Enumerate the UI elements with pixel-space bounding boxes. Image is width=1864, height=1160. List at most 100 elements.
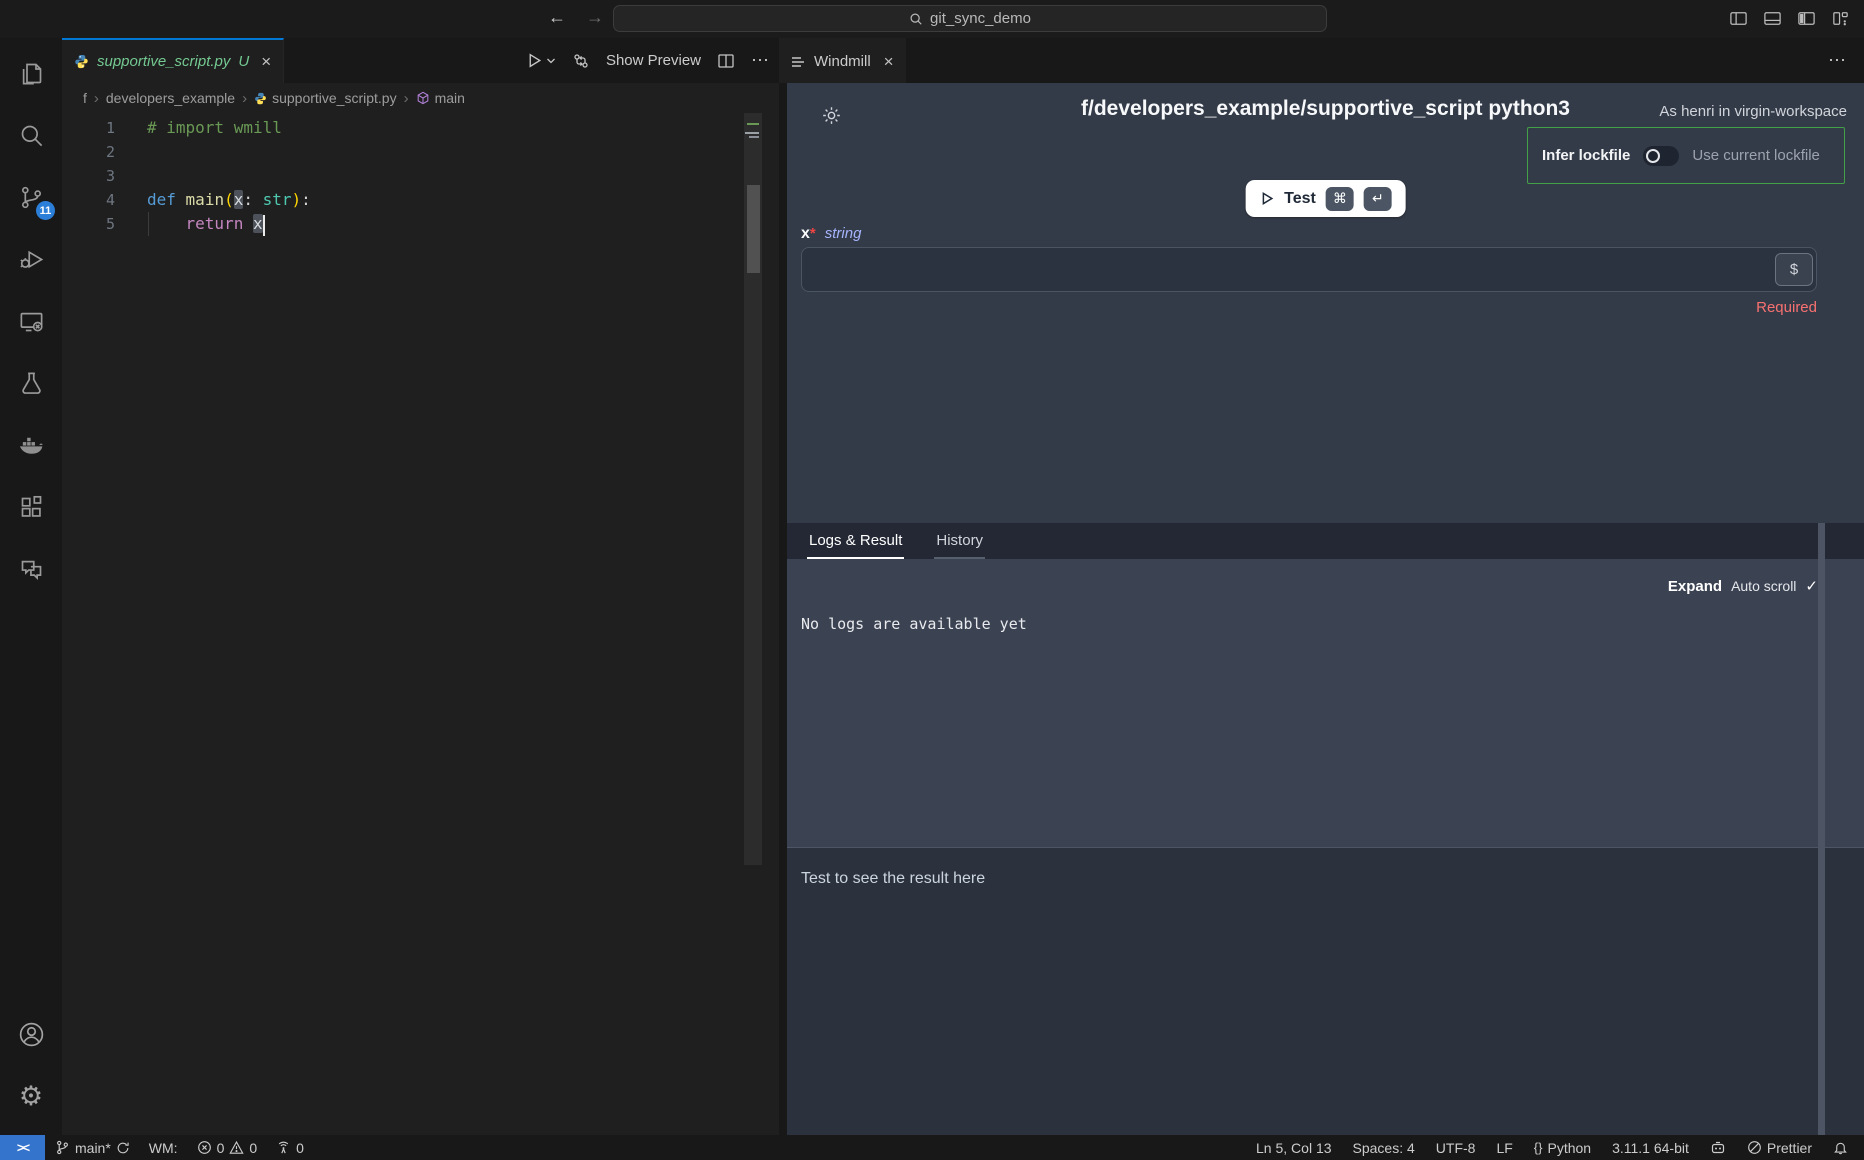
explorer-icon[interactable] xyxy=(7,48,55,98)
language-mode-item[interactable]: {} Python xyxy=(1534,1140,1591,1156)
code-editor[interactable]: 1# import wmill234def main(x: str):5 ret… xyxy=(62,113,779,1135)
tab-close-icon[interactable]: × xyxy=(261,52,271,72)
source-control-icon[interactable]: 11 xyxy=(7,172,55,222)
breadcrumb-symbol[interactable]: main xyxy=(416,90,465,106)
breadcrumb-file[interactable]: supportive_script.py xyxy=(254,90,397,106)
arg-name: x xyxy=(801,225,810,242)
notifications-bell-icon[interactable] xyxy=(1833,1140,1848,1155)
eol-item[interactable]: LF xyxy=(1496,1140,1512,1156)
code-line: 3 xyxy=(62,164,779,188)
tab-windmill[interactable]: Windmill × xyxy=(779,38,906,83)
logs-panel: Expand Auto scroll ✓ No logs are availab… xyxy=(787,559,1864,847)
line-number: 1 xyxy=(62,116,115,140)
lockfile-option-box: Infer lockfile Use current lockfile xyxy=(1527,127,1845,184)
status-right: Ln 5, Col 13 Spaces: 4 UTF-8 LF {} Pytho… xyxy=(1256,1140,1864,1156)
remote-indicator[interactable]: >< xyxy=(0,1135,45,1160)
command-center-text: git_sync_demo xyxy=(930,10,1031,27)
warning-icon xyxy=(229,1140,244,1155)
tab-modified-flag: U xyxy=(238,53,249,70)
remote-explorer-icon[interactable] xyxy=(7,296,55,346)
minimap-mark-comment xyxy=(747,123,759,125)
code-lines: 1# import wmill234def main(x: str):5 ret… xyxy=(62,116,779,236)
lockfile-toggle[interactable] xyxy=(1643,146,1679,166)
breadcrumb: f › developers_example › supportive_scri… xyxy=(62,83,779,113)
breadcrumb-root[interactable]: f xyxy=(83,90,87,106)
line-number: 4 xyxy=(62,188,115,212)
toggle-secondary-sidebar-icon[interactable] xyxy=(1797,9,1816,28)
customize-layout-icon[interactable] xyxy=(1831,9,1850,28)
docker-icon[interactable] xyxy=(7,420,55,470)
wm-status-item[interactable]: WM: xyxy=(149,1140,178,1156)
copilot-icon[interactable] xyxy=(1710,1140,1726,1156)
comments-icon[interactable] xyxy=(7,544,55,594)
open-changes-icon[interactable] xyxy=(572,52,590,70)
no-logs-message: No logs are available yet xyxy=(801,615,1027,633)
required-message: Required xyxy=(1756,299,1817,316)
python-file-icon xyxy=(74,54,89,69)
indentation-item[interactable]: Spaces: 4 xyxy=(1353,1140,1415,1156)
breadcrumb-folder[interactable]: developers_example xyxy=(106,90,235,106)
split-editor-icon[interactable] xyxy=(717,52,735,70)
windmill-webview: f/developers_example/supportive_script p… xyxy=(787,83,1864,1135)
enter-key-icon: ↵ xyxy=(1364,187,1392,211)
toggle-knob xyxy=(1646,149,1660,163)
windmill-tab-close-icon[interactable]: × xyxy=(884,52,894,72)
encoding-item[interactable]: UTF-8 xyxy=(1436,1140,1476,1156)
infer-lockfile-label: Infer lockfile xyxy=(1542,147,1630,164)
result-tabs: Logs & Result History xyxy=(787,523,1864,559)
editor-scrollbar-thumb[interactable] xyxy=(747,185,760,273)
radio-tower-icon xyxy=(276,1140,291,1155)
expand-button[interactable]: Expand xyxy=(1668,578,1722,595)
workspace-context: As henri in virgin-workspace xyxy=(1659,103,1847,120)
line-number: 3 xyxy=(62,164,115,188)
minimap-mark-code xyxy=(749,136,759,138)
use-current-lockfile-label: Use current lockfile xyxy=(1692,147,1820,164)
command-center-search[interactable]: git_sync_demo xyxy=(613,5,1327,32)
run-debug-icon[interactable] xyxy=(7,234,55,284)
x-argument-input[interactable] xyxy=(801,247,1817,292)
status-left: main* WM: 0 0 0 xyxy=(45,1140,304,1156)
variable-picker-button[interactable]: $ xyxy=(1775,253,1813,286)
search-view-icon[interactable] xyxy=(7,110,55,160)
minimap-mark-code xyxy=(745,132,759,134)
windmill-tab-bar: Windmill × ⋯ xyxy=(779,38,1864,83)
problems-item[interactable]: 0 0 xyxy=(197,1140,258,1156)
nav-forward-icon[interactable]: → xyxy=(586,7,604,28)
more-actions-icon[interactable]: ⋯ xyxy=(751,50,769,71)
code-line: 4def main(x: str): xyxy=(62,188,779,212)
git-branch-item[interactable]: main* xyxy=(55,1140,130,1156)
testing-icon[interactable] xyxy=(7,358,55,408)
tab-logs-result[interactable]: Logs & Result xyxy=(807,523,904,559)
tab-history[interactable]: History xyxy=(934,523,985,559)
autoscroll-label[interactable]: Auto scroll xyxy=(1731,578,1796,594)
code-line: 2 xyxy=(62,140,779,164)
show-preview-button[interactable]: Show Preview xyxy=(606,52,701,69)
tab-label: supportive_script.py xyxy=(97,53,230,70)
webview-scrollbar[interactable] xyxy=(1818,523,1825,1135)
toggle-panel-icon[interactable] xyxy=(1763,9,1782,28)
toggle-primary-sidebar-icon[interactable] xyxy=(1729,9,1748,28)
extensions-icon[interactable] xyxy=(7,482,55,532)
windmill-webview-container: f/developers_example/supportive_script p… xyxy=(779,83,1864,1135)
run-python-file-icon[interactable] xyxy=(526,52,556,69)
windmill-more-actions-icon[interactable]: ⋯ xyxy=(1828,38,1848,83)
cursor-position-item[interactable]: Ln 5, Col 13 xyxy=(1256,1140,1332,1156)
tab-supportive-script[interactable]: supportive_script.py U × xyxy=(62,38,284,83)
required-star: * xyxy=(810,225,816,242)
breadcrumb-separator: › xyxy=(404,90,409,107)
layout-controls xyxy=(1729,9,1850,28)
nav-back-icon[interactable]: ← xyxy=(548,7,566,28)
code-line: 1# import wmill xyxy=(62,116,779,140)
test-button[interactable]: Test ⌘ ↵ xyxy=(1245,180,1406,217)
settings-gear-icon[interactable]: ⚙ xyxy=(7,1071,55,1121)
slash-circle-icon xyxy=(1747,1140,1762,1155)
accounts-icon[interactable] xyxy=(7,1009,55,1059)
ports-item[interactable]: 0 xyxy=(276,1140,304,1156)
formatter-item[interactable]: Prettier xyxy=(1747,1140,1812,1156)
argument-label: x* string xyxy=(801,225,861,243)
arg-type: string xyxy=(825,225,862,242)
editor-group: supportive_script.py U × Show Preview xyxy=(62,38,779,1135)
breadcrumb-separator: › xyxy=(94,90,99,107)
test-button-label: Test xyxy=(1284,190,1316,208)
python-interpreter-item[interactable]: 3.11.1 64-bit xyxy=(1612,1140,1689,1156)
